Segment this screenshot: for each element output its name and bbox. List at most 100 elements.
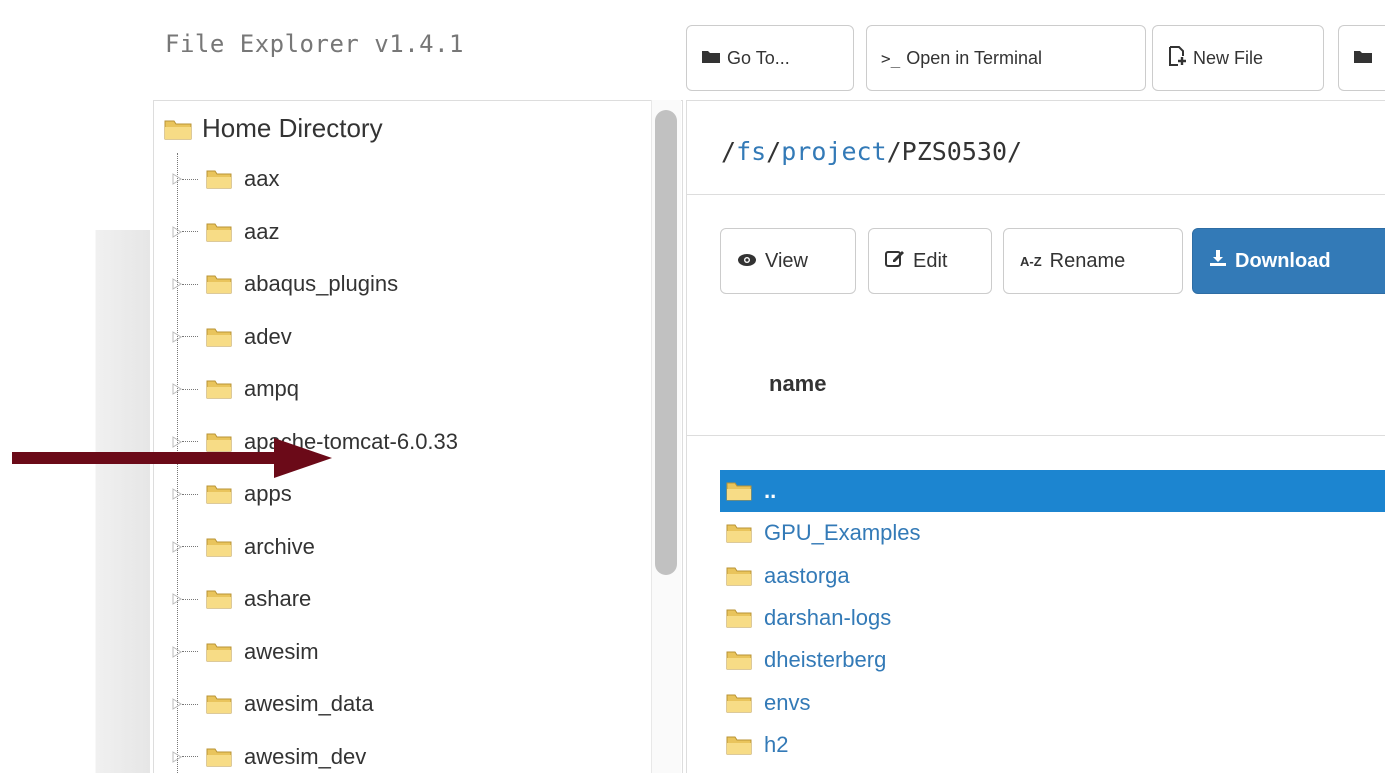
expand-arrow-icon[interactable] [172, 225, 182, 238]
expand-arrow-icon[interactable] [172, 593, 182, 606]
tree-item-label: ampq [244, 376, 300, 402]
file-name-link[interactable]: GPU_Examples [764, 520, 921, 546]
path-segment-link[interactable]: fs [736, 137, 766, 166]
download-icon [1209, 249, 1227, 273]
tree-item-label: awesim_data [244, 691, 374, 717]
folder-icon [726, 694, 752, 713]
expand-arrow-icon[interactable] [172, 698, 182, 711]
file-row[interactable]: darshan-logs [720, 597, 1385, 639]
expand-arrow-icon[interactable] [172, 750, 182, 763]
path-separator: / [1007, 137, 1023, 166]
tree-item[interactable]: archive [172, 521, 642, 574]
column-header-name[interactable]: name [769, 371, 826, 397]
tree-item-label: ashare [244, 586, 312, 612]
go-to-label: Go To... [727, 47, 790, 68]
expand-arrow-icon[interactable] [172, 488, 182, 501]
tree-item-label: aaz [244, 218, 280, 244]
expand-arrow-icon[interactable] [172, 540, 182, 553]
tree-connector [182, 546, 198, 548]
tree-item[interactable]: abaqus_plugins [172, 258, 642, 311]
folder-icon [206, 328, 232, 347]
file-name-link[interactable]: h2 [764, 732, 788, 758]
tree-root-home[interactable]: Home Directory [164, 113, 383, 144]
folder-open-icon [701, 48, 721, 69]
folder-icon [206, 748, 232, 767]
tree-scrollbar-thumb[interactable] [655, 110, 677, 575]
rename-label: Rename [1049, 249, 1126, 272]
tree-item-label: abaqus_plugins [244, 271, 399, 297]
file-row[interactable]: GPU_Examples [720, 512, 1385, 554]
file-row[interactable]: aastorga [720, 555, 1385, 597]
eye-icon [737, 250, 757, 273]
tree-connector [182, 703, 198, 705]
tree-root-label: Home Directory [202, 113, 383, 143]
file-row[interactable]: dheisterberg [720, 639, 1385, 681]
tree-item[interactable]: awesim_dev [172, 731, 642, 773]
folder-icon [206, 590, 232, 609]
tree-item[interactable]: adev [172, 311, 642, 364]
expand-arrow-icon[interactable] [172, 173, 182, 186]
file-list: .. GPU_Examples aastorga darshan-logs dheist… [720, 470, 1385, 766]
tree-item[interactable]: aax [172, 153, 642, 206]
tree-item-label: aax [244, 166, 280, 192]
folder-icon [206, 485, 232, 504]
folder-icon [726, 736, 752, 755]
new-file-button[interactable]: New File [1152, 25, 1324, 91]
tree-item[interactable]: awesim_data [172, 678, 642, 731]
new-file-icon [1167, 45, 1187, 71]
file-name-link[interactable]: dheisterberg [764, 647, 886, 673]
tree-connector [182, 493, 198, 495]
folder-icon [726, 567, 752, 586]
file-row[interactable]: h2 [720, 724, 1385, 766]
tree-item-label: awesim [244, 638, 319, 664]
tree-item[interactable]: aaz [172, 206, 642, 259]
file-name-link[interactable]: aastorga [764, 563, 850, 589]
file-row[interactable]: envs [720, 681, 1385, 723]
file-browser-panel: /fs/project/PZS0530/ View Edit A-Z Renam… [686, 100, 1385, 773]
tree-item[interactable]: ashare [172, 573, 642, 626]
folder-icon [726, 482, 752, 501]
tree-connector [182, 178, 198, 180]
expand-arrow-icon[interactable] [172, 278, 182, 291]
tree-item[interactable]: awesim [172, 626, 642, 679]
directory-tree: Home Directory aax aaz abaqus_pluginsadev a… [153, 100, 683, 773]
file-row-selected[interactable]: .. [720, 470, 1385, 513]
app-title: File Explorer v1.4.1 [165, 30, 464, 58]
folder-icon [206, 380, 232, 399]
tree-connector [182, 388, 198, 390]
path-segment-current: PZS0530 [901, 137, 1008, 166]
folder-icon [206, 643, 232, 662]
folder-icon [164, 120, 192, 139]
file-name-link[interactable]: envs [764, 690, 810, 716]
tree-connector [182, 283, 198, 285]
edit-button[interactable]: Edit [868, 228, 992, 294]
tree-connector [182, 651, 198, 653]
current-path: /fs/project/PZS0530/ [721, 137, 1022, 166]
folder-icon [726, 651, 752, 670]
view-label: View [765, 249, 808, 272]
open-in-terminal-button[interactable]: >_ Open in Terminal [866, 25, 1146, 91]
tree-item[interactable]: ampq [172, 363, 642, 416]
tree-connector [182, 598, 198, 600]
view-button[interactable]: View [720, 228, 856, 294]
tree-item-label: archive [244, 533, 315, 559]
file-name-link[interactable]: darshan-logs [764, 605, 891, 631]
go-to-button[interactable]: Go To... [686, 25, 854, 91]
file-name-link[interactable]: .. [764, 478, 776, 504]
left-margin-top [0, 0, 150, 230]
edit-label: Edit [913, 249, 948, 272]
tree-item-label: apps [244, 481, 292, 507]
edit-icon [885, 248, 905, 274]
folder-icon [726, 524, 752, 543]
tree-connector [182, 336, 198, 338]
rename-button[interactable]: A-Z Rename [1003, 228, 1183, 294]
new-directory-button[interactable] [1338, 25, 1385, 91]
download-button[interactable]: Download [1192, 228, 1385, 294]
path-segment-link[interactable]: project [781, 137, 886, 166]
expand-arrow-icon[interactable] [172, 330, 182, 343]
sort-alpha-icon: A-Z [1020, 253, 1042, 269]
expand-arrow-icon[interactable] [172, 645, 182, 658]
expand-arrow-icon[interactable] [172, 383, 182, 396]
terminal-icon: >_ [881, 48, 901, 68]
header-divider [687, 435, 1385, 436]
